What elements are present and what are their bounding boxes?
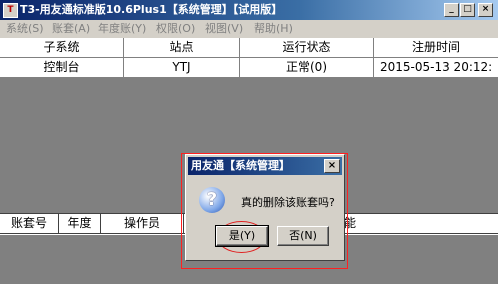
col-header-account-no[interactable]: 账套号 bbox=[0, 214, 59, 234]
col-header-site[interactable]: 站点 bbox=[124, 38, 240, 58]
confirm-dialog: 用友通【系统管理】 × ? 真的删除该账套吗? 是(Y) 否(N) bbox=[185, 154, 345, 261]
table-header-row: 子系统 站点 运行状态 注册时间 bbox=[0, 38, 498, 58]
col-header-function[interactable]: 能 bbox=[342, 214, 498, 234]
no-button[interactable]: 否(N) bbox=[277, 226, 329, 246]
title-bar: T T3-用友通标准版10.6Plus1【系统管理】【试用版】 _ □ × bbox=[0, 0, 498, 20]
col-header-subsystem[interactable]: 子系统 bbox=[0, 38, 124, 58]
dialog-message: 真的删除该账套吗? bbox=[241, 196, 335, 209]
dialog-title: 用友通【系统管理】 bbox=[191, 159, 290, 172]
dialog-title-bar: 用友通【系统管理】 × bbox=[188, 157, 342, 175]
yes-button[interactable]: 是(Y) bbox=[215, 225, 269, 247]
col-header-year[interactable]: 年度 bbox=[59, 214, 101, 234]
cell-status: 正常(0) bbox=[240, 58, 374, 78]
menu-bar: 系统(S) 账套(A) 年度账(Y) 权限(O) 视图(V) 帮助(H) bbox=[0, 20, 498, 38]
maximize-button[interactable]: □ bbox=[460, 3, 475, 17]
table-row[interactable]: 控制台 YTJ 正常(0) 2015-05-13 20:12: bbox=[0, 58, 498, 78]
app-icon: T bbox=[3, 3, 18, 18]
cell-subsystem: 控制台 bbox=[0, 58, 124, 78]
cell-site: YTJ bbox=[124, 58, 240, 78]
menu-account[interactable]: 账套(A) bbox=[52, 20, 90, 38]
menu-help[interactable]: 帮助(H) bbox=[254, 20, 293, 38]
subsystem-table: 子系统 站点 运行状态 注册时间 控制台 YTJ 正常(0) 2015-05-1… bbox=[0, 38, 498, 78]
menu-permission[interactable]: 权限(O) bbox=[156, 20, 195, 38]
minimize-button[interactable]: _ bbox=[444, 3, 459, 17]
col-header-register-time[interactable]: 注册时间 bbox=[374, 38, 498, 58]
col-header-status[interactable]: 运行状态 bbox=[240, 38, 374, 58]
menu-view[interactable]: 视图(V) bbox=[205, 20, 243, 38]
window-title: T3-用友通标准版10.6Plus1【系统管理】【试用版】 bbox=[20, 3, 283, 16]
cell-register-time: 2015-05-13 20:12: bbox=[374, 58, 498, 78]
dialog-close-button[interactable]: × bbox=[324, 159, 340, 173]
col-header-operator[interactable]: 操作员 bbox=[101, 214, 184, 234]
question-icon: ? bbox=[199, 187, 225, 213]
close-button[interactable]: × bbox=[478, 3, 493, 17]
menu-year-account[interactable]: 年度账(Y) bbox=[98, 20, 146, 38]
menu-system[interactable]: 系统(S) bbox=[6, 20, 44, 38]
